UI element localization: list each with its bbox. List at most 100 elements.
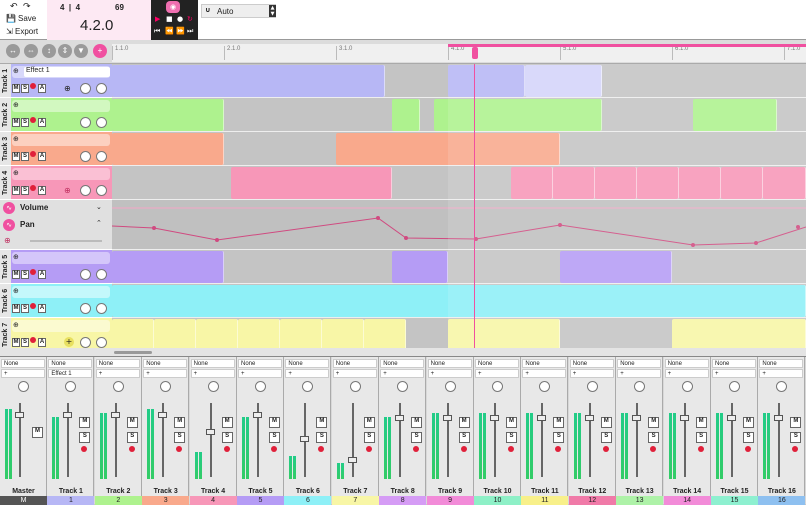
solo-button[interactable]: S — [506, 432, 517, 443]
pan-knob[interactable] — [776, 381, 788, 392]
sync-mode-select[interactable]: ∪ Auto ▲ ▼ — [201, 4, 276, 18]
pan-knob[interactable] — [681, 381, 693, 392]
input-select[interactable]: None — [759, 359, 804, 368]
clip[interactable] — [763, 167, 806, 199]
pan-knob[interactable] — [492, 381, 503, 392]
mute-button[interactable]: M — [506, 417, 517, 428]
track-lane[interactable] — [112, 250, 806, 284]
input-select[interactable]: None — [475, 359, 519, 368]
playhead-handle[interactable] — [472, 47, 478, 59]
skip-start-icon[interactable]: ⏮ — [154, 27, 160, 36]
pan-knob[interactable] — [96, 303, 107, 314]
solo-button[interactable]: S — [126, 432, 138, 443]
input-select[interactable]: None — [190, 359, 235, 368]
record-arm-icon[interactable] — [128, 446, 135, 452]
clip[interactable] — [112, 99, 224, 131]
effect-select[interactable]: + — [95, 369, 140, 378]
stop-icon[interactable]: ■ — [166, 15, 173, 23]
add-automation-icon[interactable]: + — [64, 337, 74, 347]
solo-button[interactable]: S — [411, 432, 423, 443]
input-select[interactable]: None — [712, 359, 756, 368]
record-arm-icon[interactable] — [365, 446, 372, 452]
volume-knob[interactable] — [80, 117, 91, 128]
record-arm-icon[interactable] — [318, 446, 325, 452]
filter-icon[interactable]: ▼ — [74, 44, 88, 58]
volume-fader-handle[interactable] — [253, 411, 262, 418]
pan-knob[interactable] — [397, 381, 409, 392]
solo-button[interactable]: S — [21, 84, 29, 93]
expand-icon[interactable]: ⇔ — [24, 44, 38, 58]
clip[interactable] — [154, 319, 196, 351]
input-select[interactable]: None — [617, 359, 662, 368]
input-select[interactable]: None — [1, 359, 45, 368]
pan-knob[interactable] — [207, 381, 219, 392]
clip[interactable] — [525, 65, 602, 97]
input-select[interactable]: None — [427, 359, 472, 368]
clip[interactable] — [196, 319, 238, 351]
mute-button[interactable]: M — [32, 427, 43, 438]
clip[interactable] — [448, 319, 560, 351]
pan-knob[interactable] — [302, 381, 314, 392]
track-lane[interactable] — [112, 166, 806, 200]
plus-circle-icon[interactable]: ⊕ — [13, 287, 19, 295]
effect-select[interactable]: + — [238, 369, 282, 378]
record-arm-icon[interactable] — [697, 446, 704, 452]
clip[interactable] — [560, 251, 672, 283]
automation-button[interactable]: A — [38, 304, 46, 313]
loop-region[interactable] — [448, 44, 806, 47]
track-lane[interactable] — [112, 318, 806, 352]
pan-knob[interactable] — [729, 381, 740, 392]
pan-knob[interactable] — [539, 381, 551, 392]
mute-button[interactable]: M — [600, 417, 612, 428]
automation-button[interactable]: A — [38, 270, 46, 279]
effect-select[interactable]: Effect 1 — [24, 67, 110, 77]
volume-knob[interactable] — [80, 303, 91, 314]
solo-button[interactable]: S — [790, 432, 802, 443]
input-select[interactable]: None — [285, 359, 330, 368]
time-signature[interactable]: 4 | 4 — [60, 3, 80, 12]
automation-lane[interactable] — [112, 200, 806, 250]
record-arm-icon[interactable] — [81, 446, 88, 452]
clip[interactable] — [595, 167, 637, 199]
input-select[interactable]: None — [238, 359, 282, 368]
play-icon[interactable]: ▶ — [155, 15, 160, 23]
volume-fader-handle[interactable] — [490, 415, 499, 421]
pan-knob[interactable] — [444, 381, 456, 392]
automation-volume-label[interactable]: Volume — [20, 203, 48, 212]
volume-fader-track[interactable] — [209, 403, 212, 477]
automation-button[interactable]: A — [38, 118, 46, 127]
record-arm-icon[interactable] — [30, 303, 36, 309]
solo-button[interactable]: S — [458, 432, 470, 443]
export-button[interactable]: Export — [15, 27, 38, 36]
volume-knob[interactable] — [80, 185, 91, 196]
record-arm-icon[interactable] — [413, 446, 420, 452]
automation-button[interactable]: A — [38, 84, 46, 93]
effect-select[interactable]: Effect 1 — [48, 369, 93, 378]
volume-fader-handle[interactable] — [347, 457, 357, 463]
volume-fader-handle[interactable] — [300, 436, 310, 442]
volume-fader-handle[interactable] — [63, 411, 73, 418]
add-track-icon[interactable]: + — [93, 44, 107, 58]
effect-select[interactable]: + — [569, 369, 614, 378]
solo-button[interactable]: S — [269, 432, 280, 443]
pan-knob[interactable] — [634, 381, 646, 392]
pan-knob[interactable] — [160, 381, 172, 392]
solo-button[interactable]: S — [600, 432, 612, 443]
pan-knob[interactable] — [96, 151, 107, 162]
clip[interactable] — [280, 319, 322, 351]
mute-button[interactable]: M — [316, 417, 328, 428]
volume-fader-handle[interactable] — [584, 415, 594, 421]
effect-select[interactable]: + — [522, 369, 567, 378]
solo-button[interactable]: S — [695, 432, 707, 443]
mute-button[interactable]: M — [648, 417, 660, 428]
redo-icon[interactable]: ↷ — [23, 2, 31, 12]
mute-button[interactable]: M — [269, 417, 280, 428]
volume-knob[interactable] — [80, 269, 91, 280]
step-forward-icon[interactable]: ⏩ — [176, 27, 185, 35]
input-select[interactable]: None — [143, 359, 188, 368]
automation-slider[interactable] — [30, 240, 102, 242]
solo-button[interactable]: S — [363, 432, 375, 443]
mute-button[interactable]: M — [12, 338, 20, 347]
mute-button[interactable]: M — [126, 417, 138, 428]
volume-fader-handle[interactable] — [774, 415, 784, 421]
